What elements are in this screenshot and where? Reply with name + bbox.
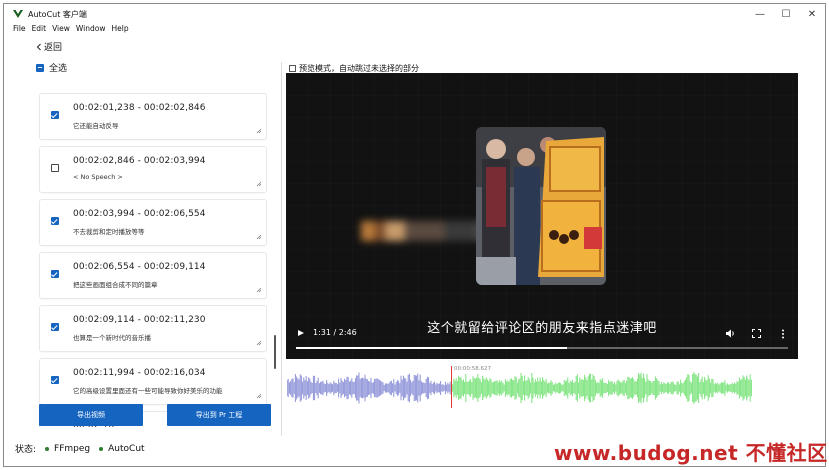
resize-handle-icon[interactable] bbox=[256, 181, 262, 187]
resize-handle-icon[interactable] bbox=[256, 128, 262, 134]
autocut-status: AutoCut bbox=[108, 443, 145, 454]
segment-time: 00:02:01,238 - 00:02:02,846 bbox=[73, 103, 206, 113]
segment-text[interactable]: < No Speech > bbox=[73, 173, 123, 181]
play-icon[interactable] bbox=[298, 330, 304, 336]
menu-file[interactable]: File bbox=[13, 24, 26, 36]
close-button[interactable]: ✕ bbox=[799, 4, 825, 24]
minimize-button[interactable]: — bbox=[747, 4, 773, 24]
status-bar: 状态: FFmpeg AutoCut bbox=[15, 442, 145, 456]
resize-handle-icon[interactable] bbox=[256, 287, 262, 293]
segment-item[interactable]: 00:02:03,994 - 00:02:06,554 不去裁剪和定时播放等等 bbox=[40, 200, 266, 245]
segment-checkbox[interactable] bbox=[51, 217, 59, 225]
playhead-time: 00:00:58.627 bbox=[454, 366, 491, 372]
segment-time: 00:02:02,846 - 00:02:03,994 bbox=[73, 156, 206, 166]
segment-list[interactable]: 00:02:01,238 - 00:02:02,846 它还能自动反导 00:02:… bbox=[36, 77, 278, 427]
window-title: AutoCut 客户端 bbox=[28, 9, 87, 19]
segment-item[interactable]: 00:02:06,554 - 00:02:09,114 把这些画面组合成不同的篇章 bbox=[40, 253, 266, 298]
back-link[interactable]: 返回 bbox=[36, 40, 62, 53]
preview-mode-box bbox=[289, 65, 296, 72]
segment-checkbox[interactable] bbox=[51, 376, 59, 384]
volume-icon[interactable] bbox=[726, 329, 736, 338]
fullscreen-icon[interactable] bbox=[752, 329, 761, 338]
segment-checkbox[interactable] bbox=[51, 164, 59, 172]
video-frame-image bbox=[476, 127, 606, 285]
video-subtitle: 这个就留给评论区的朋友来指点迷津吧 bbox=[427, 321, 657, 336]
video-timecode: 1:31 / 2:46 bbox=[313, 328, 357, 337]
segment-text[interactable]: 它的高级设置里面还有一些可能导致你好美乐的功能 bbox=[73, 385, 223, 395]
autocut-logo-icon bbox=[13, 10, 23, 18]
segment-item[interactable]: 00:02:01,238 - 00:02:02,846 它还能自动反导 bbox=[40, 94, 266, 139]
segment-item[interactable]: 00:02:02,846 - 00:02:03,994 < No Speech > bbox=[40, 147, 266, 192]
more-vertical-icon[interactable] bbox=[781, 329, 785, 339]
segment-time: 00:02:11,994 - 00:02:16,034 bbox=[73, 368, 206, 378]
maximize-button[interactable]: ☐ bbox=[773, 4, 799, 24]
ffmpeg-status: FFmpeg bbox=[54, 443, 91, 454]
resize-handle-icon[interactable] bbox=[256, 234, 262, 240]
segment-text[interactable]: 也算是一个新时代的音乐播 bbox=[73, 332, 151, 342]
export-pr-button[interactable]: 导出到 Pr 工程 bbox=[167, 404, 271, 426]
select-all-partial-check bbox=[36, 63, 44, 72]
watermark: www.budog.net 不懂社区 bbox=[554, 441, 828, 465]
export-video-button[interactable]: 导出视频 bbox=[39, 404, 143, 426]
ffmpeg-status-dot bbox=[45, 446, 50, 451]
segment-time: 00:02:06,554 - 00:02:09,114 bbox=[73, 262, 206, 272]
panel-divider[interactable] bbox=[281, 62, 282, 436]
chevron-left-icon bbox=[36, 43, 41, 50]
menu-window[interactable]: Window bbox=[76, 24, 106, 36]
segment-text[interactable]: 把这些画面组合成不同的篇章 bbox=[73, 279, 158, 289]
segment-text[interactable]: 不去裁剪和定时播放等等 bbox=[73, 226, 145, 236]
segment-checkbox[interactable] bbox=[51, 111, 59, 119]
segment-item[interactable]: 00:02:09,114 - 00:02:11,230 也算是一个新时代的音乐播 bbox=[40, 306, 266, 351]
menu-edit[interactable]: Edit bbox=[32, 24, 47, 36]
video-player[interactable]: 这个就留给评论区的朋友来指点迷津吧 1:31 / 2:46 bbox=[286, 73, 798, 359]
select-all-checkbox[interactable]: 全选 bbox=[36, 61, 67, 74]
video-progress-bar[interactable] bbox=[296, 347, 788, 349]
segment-list-scrollbar[interactable] bbox=[274, 335, 276, 369]
status-label: 状态: bbox=[15, 445, 37, 455]
waveform-playhead[interactable] bbox=[451, 366, 452, 408]
menu-bar: File Edit View Window Help bbox=[4, 24, 129, 36]
resize-handle-icon[interactable] bbox=[256, 340, 262, 346]
audio-waveform[interactable] bbox=[287, 370, 757, 406]
menu-help[interactable]: Help bbox=[111, 24, 128, 36]
segment-time: 00:02:03,994 - 00:02:06,554 bbox=[73, 209, 206, 219]
segment-checkbox[interactable] bbox=[51, 323, 59, 331]
resize-handle-icon[interactable] bbox=[256, 393, 262, 399]
segment-item[interactable]: 00:02:11,994 - 00:02:16,034 它的高级设置里面还有一些可… bbox=[40, 359, 266, 404]
title-bar: AutoCut 客户端 — ☐ ✕ bbox=[4, 4, 825, 24]
segment-text[interactable]: 它还能自动反导 bbox=[73, 120, 119, 130]
segment-time: 00:02:09,114 - 00:02:11,230 bbox=[73, 315, 206, 325]
video-progress-fill bbox=[296, 347, 567, 349]
back-label: 返回 bbox=[44, 43, 63, 53]
autocut-status-dot bbox=[99, 446, 104, 451]
menu-view[interactable]: View bbox=[52, 24, 70, 36]
select-all-label: 全选 bbox=[49, 64, 68, 74]
segment-checkbox[interactable] bbox=[51, 270, 59, 278]
